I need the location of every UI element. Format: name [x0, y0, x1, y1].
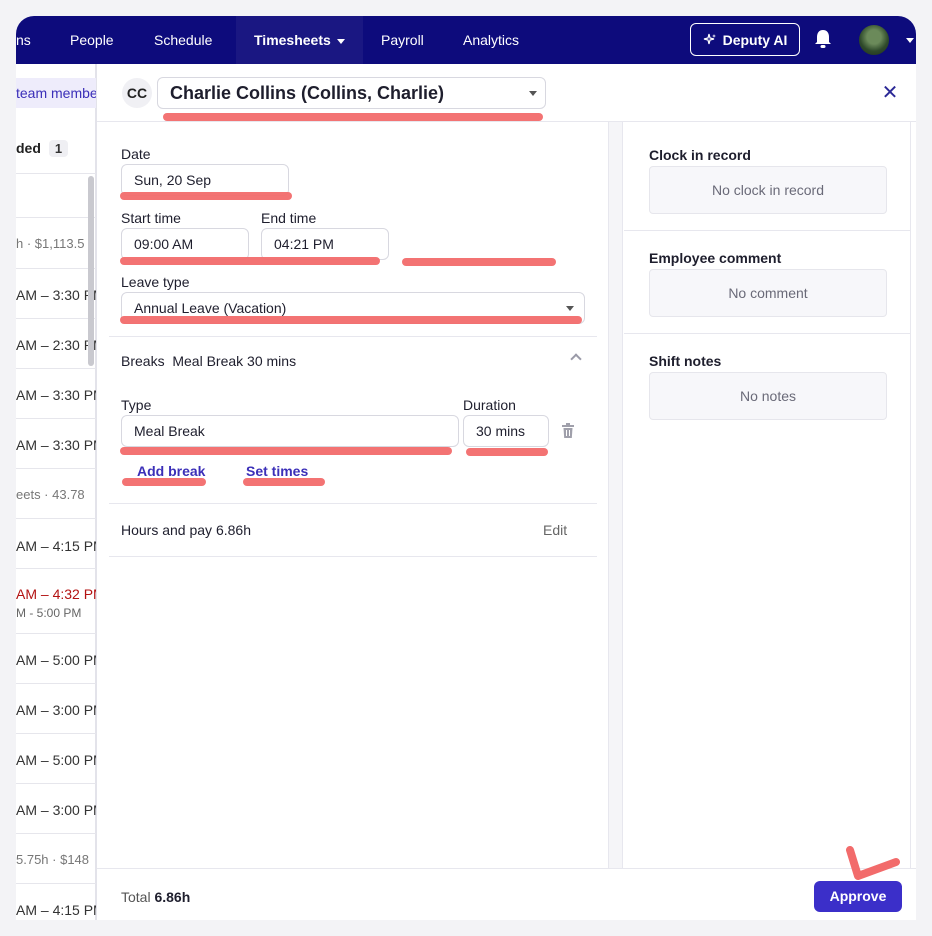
list-header-label: ded — [16, 140, 41, 156]
breaks-header[interactable]: Breaks Meal Break 30 mins — [121, 353, 296, 369]
add-break-link[interactable]: Add break — [137, 463, 205, 479]
chevron-down-icon — [566, 306, 574, 311]
annotation-mark — [120, 447, 452, 455]
team-members-filter[interactable]: team members — [16, 78, 96, 108]
employee-select[interactable]: Charlie Collins (Collins, Charlie) — [157, 77, 546, 109]
clock-in-record-label: Clock in record — [649, 147, 751, 163]
break-duration-label: Duration — [463, 397, 516, 413]
clock-in-record-card: No clock in record — [649, 166, 887, 214]
avatar[interactable] — [858, 24, 890, 56]
employee-select-value: Charlie Collins (Collins, Charlie) — [170, 83, 445, 103]
details-scrollbar[interactable] — [609, 122, 623, 868]
app-frame: ns People Schedule Timesheets Payroll An… — [16, 16, 916, 920]
breaks-summary: Meal Break 30 mins — [172, 353, 297, 369]
annotation-mark — [122, 478, 206, 486]
annotation-checkmark — [846, 846, 900, 880]
total-hours: Total 6.86h — [121, 889, 190, 905]
annotation-mark — [120, 257, 380, 265]
deputy-ai-button[interactable]: Deputy AI — [690, 23, 800, 56]
bell-icon[interactable] — [813, 28, 833, 50]
break-type-label: Type — [121, 397, 152, 413]
break-duration-field[interactable]: 30 mins — [463, 415, 549, 447]
shift-details-pane: Date Sun, 20 Sep Start time 09:00 AM End… — [97, 122, 609, 868]
list-item[interactable]: AM – 5:00 PM — [16, 752, 96, 768]
list-item-detail: M - 5:00 PM — [16, 606, 82, 620]
list-item[interactable]: AM – 5:00 PM — [16, 652, 96, 668]
end-time-field[interactable]: 04:21 PM — [261, 228, 389, 260]
avatar-chevron-down-icon[interactable] — [906, 38, 914, 43]
chevron-down-icon — [529, 91, 537, 96]
employee-initials: CC — [122, 78, 152, 108]
list-item[interactable]: AM – 3:00 PM — [16, 802, 96, 818]
list-item[interactable]: h · $1,113.5 — [16, 236, 96, 251]
modal-footer: Total 6.86h Approve — [97, 868, 916, 920]
employee-comment-label: Employee comment — [649, 250, 782, 266]
start-time-label: Start time — [121, 210, 181, 226]
top-nav: ns People Schedule Timesheets Payroll An… — [16, 16, 916, 64]
hours-value: 6.86h — [215, 522, 251, 538]
chevron-down-icon — [336, 38, 345, 44]
edit-hours-link[interactable]: Edit — [543, 522, 567, 538]
annotation-mark — [466, 448, 548, 456]
nav-item-people[interactable]: People — [70, 16, 114, 64]
shift-notes-label: Shift notes — [649, 353, 722, 369]
shift-notes-card: No notes — [649, 372, 887, 420]
timesheet-list: team members ded 1 h · $1,113.5 AM – 3:30… — [16, 64, 96, 920]
break-type-field[interactable]: Meal Break — [121, 415, 459, 447]
hours-and-pay: Hours and pay 6.86h — [121, 522, 251, 538]
list-item[interactable]: AM – 3:30 PM — [16, 437, 96, 453]
list-scrollbar[interactable] — [88, 176, 94, 366]
chevron-up-icon[interactable] — [570, 353, 582, 365]
records-pane: Clock in record No clock in record Emplo… — [624, 122, 911, 868]
list-item[interactable]: AM – 3:00 PM — [16, 702, 96, 718]
end-time-label: End time — [261, 210, 317, 226]
nav-item-locations[interactable]: ns — [16, 16, 31, 64]
list-item[interactable]: AM – 3:30 PM — [16, 287, 96, 303]
date-label: Date — [121, 146, 151, 162]
deputy-ai-label: Deputy AI — [722, 31, 788, 48]
nav-item-timesheets-label: Timesheets — [254, 32, 331, 48]
nav-item-schedule[interactable]: Schedule — [154, 16, 212, 64]
hours-label: Hours and pay — [121, 522, 213, 538]
annotation-mark — [120, 192, 292, 200]
leave-type-value: Annual Leave (Vacation) — [134, 300, 287, 316]
start-time-field[interactable]: 09:00 AM — [121, 228, 249, 260]
sparkle-icon — [703, 33, 716, 44]
list-item[interactable]: eets · 43.78 — [16, 487, 96, 502]
annotation-mark — [120, 316, 582, 324]
nav-item-payroll[interactable]: Payroll — [381, 16, 424, 64]
nav-item-timesheets[interactable]: Timesheets — [236, 16, 363, 64]
close-icon[interactable]: ✕ — [881, 83, 899, 103]
annotation-mark — [402, 258, 556, 266]
total-value: 6.86h — [154, 889, 191, 905]
list-item[interactable]: AM – 4:32 PM — [16, 586, 96, 602]
set-times-link[interactable]: Set times — [246, 463, 308, 479]
employee-comment-card: No comment — [649, 269, 887, 317]
nav-item-analytics[interactable]: Analytics — [463, 16, 519, 64]
leave-type-label: Leave type — [121, 274, 190, 290]
list-header: ded 1 — [16, 140, 96, 157]
total-label: Total — [121, 889, 151, 905]
annotation-mark — [163, 113, 543, 121]
list-item[interactable]: AM – 4:15 PM — [16, 902, 96, 918]
list-item[interactable]: 5.75h · $148 — [16, 852, 96, 867]
list-item[interactable]: AM – 3:30 PM — [16, 387, 96, 403]
annotation-mark — [243, 478, 325, 486]
breaks-label: Breaks — [121, 353, 165, 369]
count-badge: 1 — [48, 140, 69, 157]
list-item[interactable]: AM – 4:15 PM — [16, 538, 96, 554]
list-item[interactable]: AM – 2:30 PM — [16, 337, 96, 353]
trash-icon[interactable] — [561, 423, 575, 439]
